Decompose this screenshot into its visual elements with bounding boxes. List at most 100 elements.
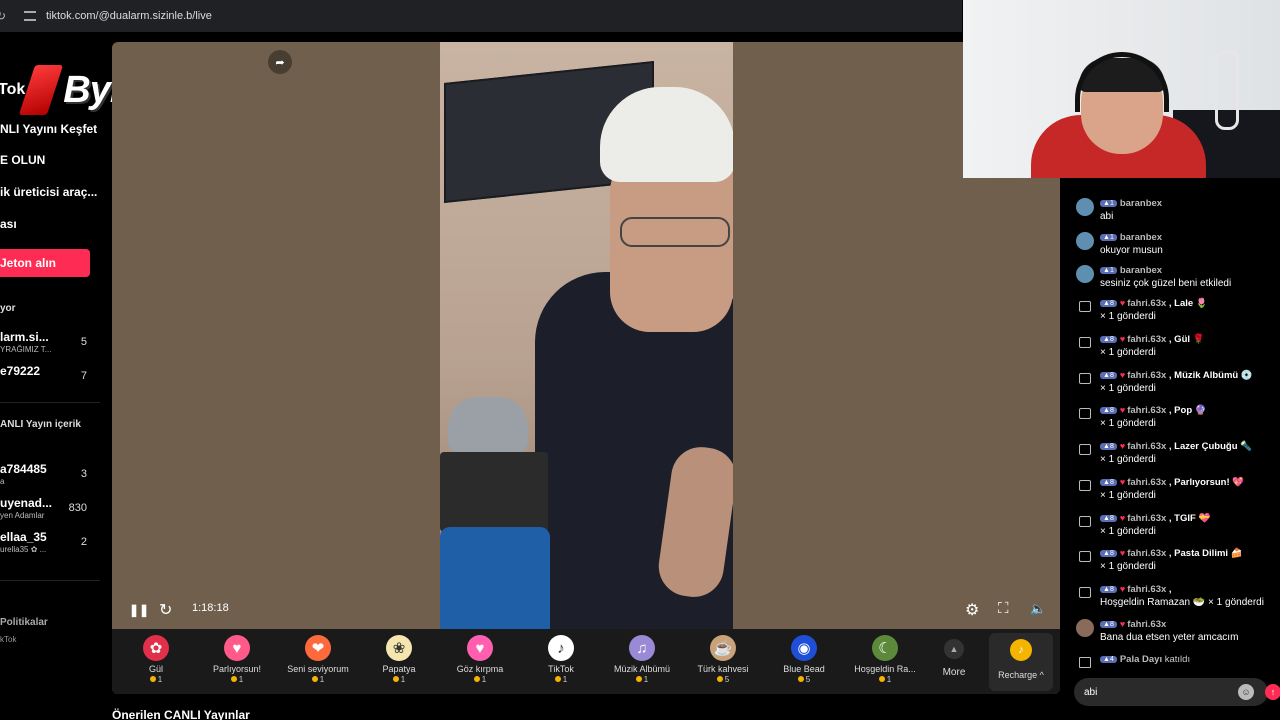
- gift-icon: [1079, 516, 1091, 527]
- chat-text: × 1 gönderdi: [1100, 383, 1156, 394]
- url-text[interactable]: tiktok.com/@dualarm.sizinle.b/live: [46, 10, 212, 22]
- chat-username[interactable]: fahri.63x: [1127, 513, 1166, 524]
- get-coins-button[interactable]: Jeton alın: [0, 249, 90, 277]
- level-badge: ▲8: [1100, 443, 1117, 450]
- webcam-overlay: [963, 0, 1280, 178]
- chat-input[interactable]: [1084, 684, 1234, 700]
- recommended-item[interactable]: uyenad... yen Adamlar 830: [0, 496, 95, 526]
- gift-price: 1: [358, 675, 440, 684]
- chat-username[interactable]: fahri.63x: [1127, 619, 1166, 630]
- gift-item[interactable]: ❤ Seni seviyorum 1: [277, 635, 359, 693]
- gift-daisy-icon: ❀: [386, 635, 412, 661]
- gift-price: 1: [115, 675, 197, 684]
- gift-text: , Gül 🌹: [1168, 334, 1205, 345]
- bynogame-mark-icon: [19, 65, 64, 115]
- nav-explore-live[interactable]: NLI Yayını Keşfet: [0, 122, 97, 136]
- nav-item-4[interactable]: ası: [0, 217, 17, 231]
- tiktok-logo-text: Tok: [0, 81, 26, 98]
- gift-icon: [1079, 551, 1091, 562]
- gift-item[interactable]: ☾ Hoşgeldin Ra... 1: [844, 635, 926, 693]
- fan-heart-icon: ♥: [1119, 513, 1126, 523]
- gift-item[interactable]: ♫ Müzik Albümü 1: [601, 635, 683, 693]
- avatar[interactable]: [1076, 198, 1094, 216]
- nav-creator-tools[interactable]: ik üreticisi araç...: [0, 185, 97, 199]
- chat-header: ▲8 ♥ fahri.63x , TGIF 💝: [1100, 513, 1210, 524]
- viewer-count: 830: [68, 502, 87, 514]
- level-badge: ▲1: [1100, 200, 1117, 207]
- stream-time: 1:18:18: [192, 602, 229, 614]
- gift-text: , Pop 🔮: [1168, 405, 1207, 416]
- gift-bar: ✿ Gül 1 ♥ Parlıyorsun! 1 ❤ Seni seviyorum 1 ❀ Papa…: [112, 629, 1060, 694]
- more-label: More: [942, 667, 966, 678]
- gift-item[interactable]: ♪ TikTok 1: [520, 635, 602, 693]
- emoji-icon[interactable]: ☺: [1238, 684, 1254, 700]
- chat-username[interactable]: fahri.63x: [1127, 405, 1166, 416]
- send-icon[interactable]: ↑: [1265, 684, 1280, 700]
- chat-text: × 1 gönderdi: [1100, 490, 1156, 501]
- gift-price: 5: [763, 675, 845, 684]
- following-item[interactable]: larm.si... YRAĞIMIZ T... 5: [0, 330, 95, 360]
- gift-name: Müzik Albümü: [613, 664, 671, 674]
- following-name: larm.si...: [0, 330, 49, 344]
- gift-name: Hoşgeldin Ra...: [854, 664, 916, 674]
- left-sidebar: Tok ByNoGame NLI Yayını Keşfet E OLUN ik…: [0, 32, 261, 720]
- chat-username[interactable]: fahri.63x: [1127, 298, 1166, 309]
- chat-username[interactable]: baranbex: [1120, 198, 1162, 209]
- gift-item[interactable]: ❀ Papatya 1: [358, 635, 440, 693]
- recharge-button[interactable]: ♪ Recharge ^: [989, 633, 1053, 691]
- settings-icon[interactable]: ⚙: [965, 600, 979, 620]
- gift-item[interactable]: ◉ Blue Bead 5: [763, 635, 845, 693]
- footer-policies-link[interactable]: Politikalar: [0, 617, 48, 628]
- recommended-item[interactable]: ellaa_35 urella35 ✿ ... 2: [0, 530, 95, 560]
- gift-icon: [1079, 408, 1091, 419]
- avatar[interactable]: [1076, 619, 1094, 637]
- level-badge: ▲8: [1100, 372, 1117, 379]
- chat-username[interactable]: fahri.63x: [1127, 548, 1166, 559]
- gift-price: 5: [682, 675, 764, 684]
- gift-item[interactable]: ☕ Türk kahvesi 5: [682, 635, 764, 693]
- volume-icon[interactable]: 🔈: [1030, 601, 1046, 617]
- following-item[interactable]: e79222 7: [0, 364, 95, 394]
- chat-username[interactable]: fahri.63x: [1127, 441, 1166, 452]
- live-video[interactable]: [440, 42, 733, 629]
- following-section-label: yor: [0, 303, 16, 314]
- avatar[interactable]: [1076, 265, 1094, 283]
- pause-icon[interactable]: ❚❚: [129, 603, 149, 617]
- chat-username[interactable]: fahri.63x: [1127, 334, 1166, 345]
- more-gifts-button[interactable]: ▲ More: [940, 639, 968, 678]
- chat-username[interactable]: fahri.63x: [1127, 584, 1166, 595]
- chat-text: Hoşgeldin Ramazan 🥗 × 1 gönderdi: [1100, 597, 1264, 608]
- prayer-cap-shape: [600, 87, 733, 182]
- chat-text: × 1 gönderdi: [1100, 311, 1156, 322]
- chat-header: ▲1 baranbex: [1100, 232, 1162, 243]
- chat-input-box[interactable]: ☺: [1074, 678, 1268, 706]
- fullscreen-icon[interactable]: ⛶: [998, 600, 1009, 617]
- recommended-name: a784485: [0, 462, 47, 476]
- gift-item[interactable]: ✿ Gül 1: [115, 635, 197, 693]
- nav-become-creator[interactable]: E OLUN: [0, 153, 45, 167]
- chat-username[interactable]: Pala Dayı: [1120, 654, 1162, 665]
- chat-username[interactable]: fahri.63x: [1127, 477, 1166, 488]
- share-icon[interactable]: ➦: [268, 50, 292, 74]
- browser-address-bar[interactable]: ↻ tiktok.com/@dualarm.sizinle.b/live: [0, 0, 962, 32]
- avatar[interactable]: [1076, 232, 1094, 250]
- following-name: e79222: [0, 364, 41, 378]
- gift-text: , Parlıyorsun! 💖: [1168, 477, 1245, 488]
- gift-item[interactable]: ♥ Parlıyorsun! 1: [196, 635, 278, 693]
- gift-price: 1: [196, 675, 278, 684]
- reload-icon[interactable]: ↻: [0, 9, 10, 23]
- refresh-icon[interactable]: ↻: [159, 600, 172, 620]
- chat-text: katıldı: [1164, 654, 1191, 665]
- level-badge: ▲8: [1100, 479, 1117, 486]
- chat-username[interactable]: fahri.63x: [1127, 370, 1166, 381]
- recharge-label: Recharge ^: [998, 670, 1044, 680]
- chat-username[interactable]: baranbex: [1120, 265, 1162, 276]
- recommended-item[interactable]: a784485 a 3: [0, 462, 95, 492]
- footer-tiktok-label: kTok: [0, 635, 17, 644]
- gift-item[interactable]: ♥ Göz kırpma 1: [439, 635, 521, 693]
- chat-username[interactable]: baranbex: [1120, 232, 1162, 243]
- chat-text: sesiniz çok güzel beni etkiledi: [1100, 278, 1232, 289]
- skeleton-figure-shape: [1215, 50, 1239, 130]
- live-chat: ▲1 baranbex abi ▲1 baranbex okuyor musun ▲1 bar…: [1068, 178, 1280, 720]
- site-settings-icon[interactable]: [24, 11, 36, 21]
